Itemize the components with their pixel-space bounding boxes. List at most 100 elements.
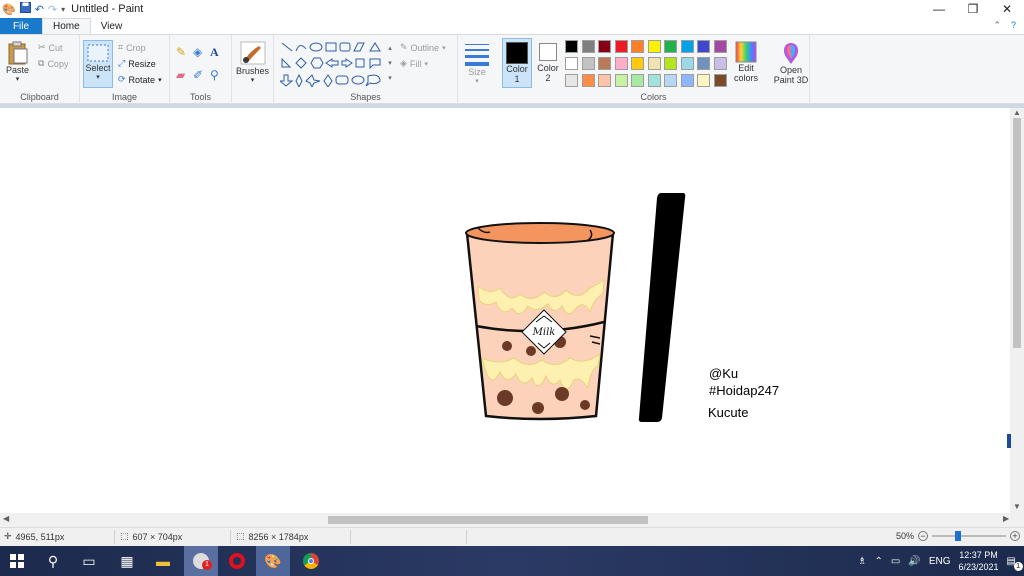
color-swatch[interactable] [680, 40, 694, 53]
zoom-in-icon[interactable]: + [1010, 531, 1021, 541]
select-button[interactable]: Select ▾ [83, 40, 113, 88]
rotate-button[interactable]: ⟳ Rotate ▾ [118, 74, 162, 85]
color-swatch[interactable] [598, 40, 611, 53]
magnifier-icon[interactable]: ⚲ [210, 68, 227, 82]
scissors-icon: ✂ [38, 42, 46, 52]
battery-icon[interactable]: ▭ [891, 556, 900, 567]
tools-label: Tools [189, 92, 211, 102]
people-icon[interactable]: ♗ [858, 556, 867, 567]
volume-icon[interactable]: 🔊 [908, 556, 920, 567]
search-icon[interactable]: ⚲ [36, 546, 70, 576]
language-indicator[interactable]: ENG [929, 556, 951, 567]
resize-button[interactable]: ⤢ Resize [118, 58, 156, 69]
color-swatch[interactable] [664, 40, 677, 53]
save-icon[interactable] [19, 2, 31, 16]
color-swatch[interactable] [697, 74, 710, 87]
tab-home[interactable]: Home [42, 18, 91, 34]
horizontal-scroll-thumb[interactable] [328, 516, 648, 524]
color-swatch[interactable] [581, 40, 595, 53]
select-icon [87, 44, 109, 62]
text-tool-icon[interactable]: A [210, 45, 227, 60]
color-swatch[interactable] [581, 74, 595, 87]
outline-button[interactable]: ✎ Outline ▾ [400, 42, 446, 53]
edit-colors-button[interactable]: Edit colors [734, 41, 758, 83]
eraser-icon[interactable]: ▰ [176, 68, 193, 82]
color-swatch[interactable] [631, 74, 644, 87]
color-swatch[interactable] [713, 57, 727, 70]
cut-button[interactable]: ✂ Cut [38, 42, 63, 53]
undo-icon[interactable]: ↶ [35, 3, 44, 16]
color-swatch[interactable] [713, 74, 727, 87]
crop-button[interactable]: ⌗ Crop [118, 42, 146, 53]
color-swatch[interactable] [647, 74, 661, 87]
color-picker-icon[interactable]: ✐ [193, 68, 210, 82]
fill-icon: ◈ [400, 58, 407, 68]
tab-view[interactable]: View [91, 18, 133, 34]
app-with-badge-icon[interactable]: 1 [184, 546, 218, 576]
canvas-resize-handle[interactable] [1007, 434, 1011, 448]
color-swatch[interactable] [565, 40, 578, 53]
zoom-slider[interactable] [932, 531, 1007, 541]
scroll-left-arrow[interactable]: ◀ [3, 514, 9, 523]
shapes-gallery[interactable] [280, 41, 390, 87]
color-swatch[interactable] [598, 57, 611, 70]
color-swatch[interactable] [581, 57, 595, 70]
scroll-up-arrow[interactable]: ▲ [1013, 108, 1021, 117]
color-swatch[interactable] [697, 40, 710, 53]
color-swatch[interactable] [680, 74, 694, 87]
zoom-slider-thumb[interactable] [955, 531, 962, 541]
scroll-right-arrow[interactable]: ▶ [1003, 514, 1009, 523]
restore-button[interactable]: ❐ [956, 0, 990, 18]
copy-button[interactable]: ⧉ Copy [38, 58, 68, 69]
fill-bucket-icon[interactable]: ◈ [193, 45, 210, 60]
customize-qa-icon[interactable]: ▾ [61, 5, 65, 14]
collapse-ribbon-icon[interactable]: ⌃ [993, 20, 1001, 31]
file-tab[interactable]: File [0, 18, 42, 34]
redo-icon[interactable]: ↷ [48, 3, 57, 16]
clock[interactable]: 12:37 PM 6/23/2021 [959, 549, 999, 573]
color-swatch[interactable] [614, 57, 628, 70]
task-view-icon[interactable]: ▭ [72, 546, 106, 576]
color-swatch[interactable] [647, 57, 661, 70]
status-bar: ✛ 4965, 511px ⬚ 607 × 704px ⬚ 8256 × 178… [0, 527, 1024, 546]
start-button[interactable] [0, 546, 34, 576]
brushes-button[interactable]: Brushes ▾ [236, 40, 269, 84]
help-icon[interactable]: ? [1011, 20, 1016, 31]
paint-taskbar-icon[interactable]: 🎨 [256, 546, 290, 576]
chrome-icon[interactable] [294, 546, 328, 576]
action-center-icon[interactable]: ▤ 1 [1007, 556, 1023, 571]
color2-button[interactable]: Color 2 [536, 41, 560, 83]
color-swatch[interactable] [647, 40, 661, 53]
color-swatch[interactable] [697, 57, 710, 70]
paste-button[interactable]: Paste ▾ [6, 41, 29, 83]
color-swatch[interactable] [614, 40, 628, 53]
color-swatch[interactable] [598, 74, 611, 87]
color-swatch[interactable] [664, 57, 677, 70]
color-swatch[interactable] [565, 57, 578, 70]
open-paint3d-button[interactable]: Open Paint 3D [770, 41, 812, 85]
horizontal-scrollbar[interactable]: ◀ ▶ [0, 513, 1024, 527]
store-icon[interactable]: ▦ [110, 546, 144, 576]
file-explorer-icon[interactable]: ▬ [146, 546, 180, 576]
color-swatch[interactable] [680, 57, 694, 70]
fill-button[interactable]: ◈ Fill ▾ [400, 58, 428, 69]
color-swatch[interactable] [565, 74, 578, 87]
scroll-down-arrow[interactable]: ▼ [1013, 502, 1021, 511]
color-swatch[interactable] [713, 40, 727, 53]
vertical-scrollbar[interactable]: ▲ ▼ [1007, 108, 1024, 513]
color-swatch[interactable] [631, 40, 644, 53]
drawing-canvas[interactable]: Milk @Ku #Hoidap247 Kucute [0, 108, 1010, 513]
tray-overflow-icon[interactable]: ⌃ [875, 556, 883, 567]
zoom-out-icon[interactable]: − [918, 531, 929, 541]
shapes-scroll[interactable]: ▴ ▾ ▾ [386, 41, 394, 87]
size-button[interactable]: Size ▾ [464, 41, 490, 85]
minimize-button[interactable]: — [922, 0, 956, 18]
vertical-scroll-thumb[interactable] [1013, 118, 1021, 348]
close-button[interactable]: ✕ [990, 0, 1024, 18]
pencil-icon[interactable]: ✎ [176, 45, 193, 60]
color1-button[interactable]: Color 1 [502, 38, 532, 88]
color-swatch[interactable] [614, 74, 628, 87]
opera-icon[interactable] [220, 546, 254, 576]
color-swatch[interactable] [631, 57, 644, 70]
color-swatch[interactable] [664, 74, 677, 87]
